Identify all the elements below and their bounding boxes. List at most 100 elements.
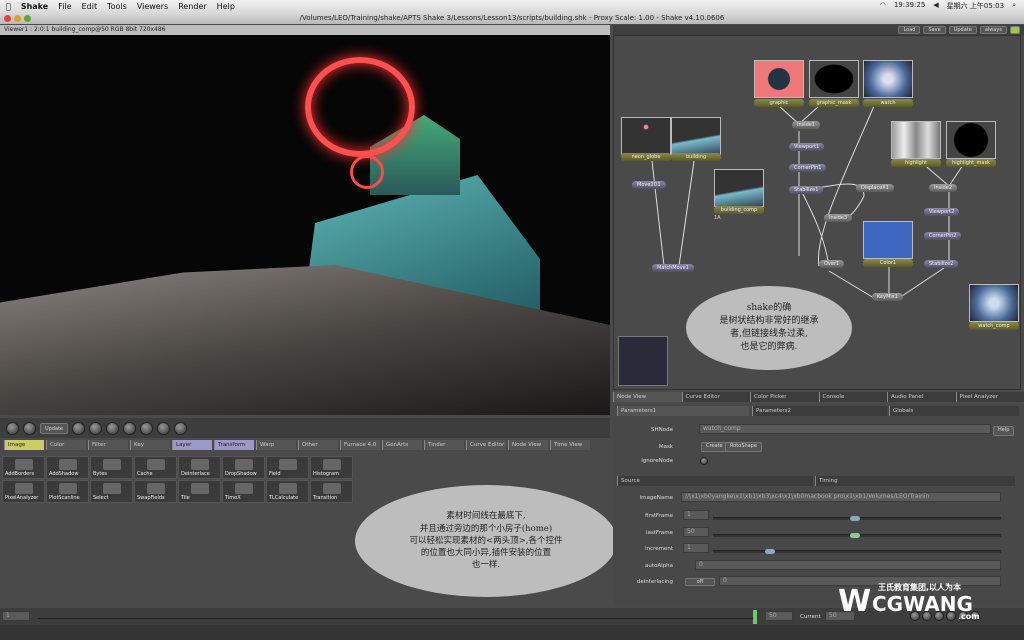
- node-stabilize1[interactable]: Stabilize1: [789, 186, 824, 194]
- node-stabilize2[interactable]: Stabilize2: [924, 260, 959, 268]
- node-over1[interactable]: Over1: [819, 260, 845, 268]
- section-source[interactable]: Source: [617, 476, 813, 486]
- lastframe-knob[interactable]: [850, 533, 860, 538]
- tab-console[interactable]: Console: [818, 392, 887, 402]
- node-name-field[interactable]: watch_comp: [699, 424, 991, 434]
- tool-dropshadow[interactable]: DropShadow: [222, 456, 265, 479]
- timeline-start-field[interactable]: 1: [2, 611, 30, 621]
- tab-tinder[interactable]: Tinder: [424, 440, 464, 450]
- node-watch[interactable]: watch: [863, 99, 913, 107]
- tool-swapfields[interactable]: SwapFields: [134, 480, 177, 503]
- increment-slider[interactable]: [713, 550, 1001, 553]
- spotlight-icon[interactable]: ⌕: [1012, 1, 1016, 11]
- lut-icon[interactable]: [106, 421, 120, 435]
- node-graphic[interactable]: graphic: [754, 99, 804, 107]
- timeline-playhead[interactable]: [753, 610, 757, 624]
- menu-viewers[interactable]: Viewers: [137, 2, 168, 11]
- node-graphic-mask-thumb[interactable]: [809, 60, 859, 98]
- node-watch-comp-thumb[interactable]: [969, 284, 1019, 322]
- menu-app[interactable]: Shake: [21, 2, 48, 11]
- deinterlacing-select[interactable]: off: [685, 578, 715, 586]
- section-timing[interactable]: Timing: [815, 476, 1015, 486]
- tool-addborders[interactable]: AddBorders: [2, 456, 45, 479]
- volume-icon[interactable]: ◀: [933, 1, 938, 11]
- tool-plotscanline[interactable]: PlotScanline: [46, 480, 89, 503]
- menu-file[interactable]: File: [58, 2, 71, 11]
- load-button[interactable]: Load: [898, 26, 921, 34]
- node-keymix1[interactable]: KeyMix1: [872, 293, 903, 301]
- node-graphic-mask[interactable]: graphic_mask: [809, 99, 859, 107]
- ignorenode-toggle[interactable]: [700, 457, 708, 465]
- update-mode-button[interactable]: Update: [40, 423, 69, 434]
- tab-warp[interactable]: Warp: [256, 440, 296, 450]
- tool-tlcalculate[interactable]: TLCalculate: [266, 480, 309, 503]
- mask-type-select[interactable]: RotoShape: [725, 442, 762, 452]
- node-building-thumb[interactable]: [671, 117, 721, 155]
- node-highlight-thumb[interactable]: [891, 121, 941, 159]
- zoom-icon[interactable]: [89, 421, 103, 435]
- zoom-button[interactable]: [24, 15, 31, 22]
- tab-time-view[interactable]: Time View: [550, 440, 590, 450]
- flipbook-icon[interactable]: [157, 421, 171, 435]
- node-neon-globe[interactable]: neon_globe: [621, 153, 671, 161]
- tab-key[interactable]: Key: [130, 440, 170, 450]
- tool-cache[interactable]: Cache: [134, 456, 177, 479]
- autoalpha-field[interactable]: 0: [695, 560, 1001, 570]
- node-color1-thumb[interactable]: [863, 221, 913, 259]
- roi-icon[interactable]: [72, 421, 86, 435]
- node-view-navigator[interactable]: [618, 336, 668, 386]
- increment-field[interactable]: 1: [683, 543, 709, 553]
- tool-tile[interactable]: Tile: [178, 480, 221, 503]
- node-building-comp-thumb[interactable]: [714, 169, 764, 207]
- tab-genarts[interactable]: GenArts: [382, 440, 422, 450]
- tool-timex[interactable]: TimeX: [222, 480, 265, 503]
- lastframe-field[interactable]: 50: [683, 527, 709, 537]
- firstframe-field[interactable]: 1: [683, 510, 709, 520]
- tool-histogram[interactable]: Histogram: [310, 456, 353, 479]
- tool-pixelanalyzer[interactable]: PixelAnalyzer: [2, 480, 45, 503]
- save-button[interactable]: Save: [923, 26, 946, 34]
- node-view[interactable]: graphic graphic_mask watch neon_globe bu…: [613, 35, 1021, 390]
- help-button[interactable]: Help: [993, 426, 1015, 436]
- firstframe-knob[interactable]: [850, 516, 860, 521]
- node-building[interactable]: building: [671, 153, 721, 161]
- script-icon[interactable]: [123, 421, 137, 435]
- close-button[interactable]: [4, 15, 11, 22]
- tab-transform[interactable]: Transform: [214, 440, 254, 450]
- menu-edit[interactable]: Edit: [82, 2, 98, 11]
- tab-audio-panel[interactable]: Audio Panel: [887, 392, 956, 402]
- menu-render[interactable]: Render: [178, 2, 206, 11]
- tool-transition[interactable]: Transition: [310, 480, 353, 503]
- menu-help[interactable]: Help: [217, 2, 235, 11]
- channel-icon[interactable]: [6, 421, 19, 435]
- node-building-comp[interactable]: building_comp: [714, 206, 764, 214]
- render-indicator[interactable]: [1010, 26, 1020, 34]
- always-button[interactable]: always: [979, 26, 1007, 34]
- node-color1[interactable]: Color1: [863, 259, 913, 267]
- node-highlight[interactable]: highlight: [891, 159, 941, 167]
- compare-icon[interactable]: [23, 421, 36, 435]
- mask-create-button[interactable]: Create: [701, 442, 728, 452]
- tab-parameters1[interactable]: Parameters1: [617, 406, 749, 416]
- tool-deinterlace[interactable]: Deinterlace: [178, 456, 221, 479]
- tab-curve-editor[interactable]: Curve Editor: [466, 440, 506, 450]
- node-matchmove1[interactable]: MatchMove1: [652, 264, 694, 272]
- tab-node-view-panel[interactable]: Node View: [613, 392, 682, 402]
- tab-color[interactable]: Color: [46, 440, 86, 450]
- wifi-icon[interactable]: ◠: [880, 1, 886, 11]
- tab-layer[interactable]: Layer: [172, 440, 212, 450]
- node-move2d1[interactable]: Move2D1: [632, 181, 666, 189]
- tool-addshadow[interactable]: AddShadow: [46, 456, 89, 479]
- minimize-button[interactable]: [14, 15, 21, 22]
- imagename-field[interactable]: //\x1\xb0yangke\x1\xb1\xb3\xc4\x1\xb0mac…: [681, 492, 1001, 502]
- node-inside3[interactable]: Inside3: [824, 214, 853, 222]
- menu-tools[interactable]: Tools: [107, 2, 127, 11]
- node-graphic-thumb[interactable]: [754, 60, 804, 98]
- tab-parameters2[interactable]: Parameters2: [752, 406, 887, 416]
- node-highlight-mask-thumb[interactable]: [946, 121, 996, 159]
- tab-furnace[interactable]: Furnace 4.0: [340, 440, 380, 450]
- apple-icon[interactable]: : [6, 2, 11, 11]
- tool-bytes[interactable]: Bytes: [90, 456, 133, 479]
- tab-node-view[interactable]: Node View: [508, 440, 548, 450]
- tab-filter[interactable]: Filter: [88, 440, 128, 450]
